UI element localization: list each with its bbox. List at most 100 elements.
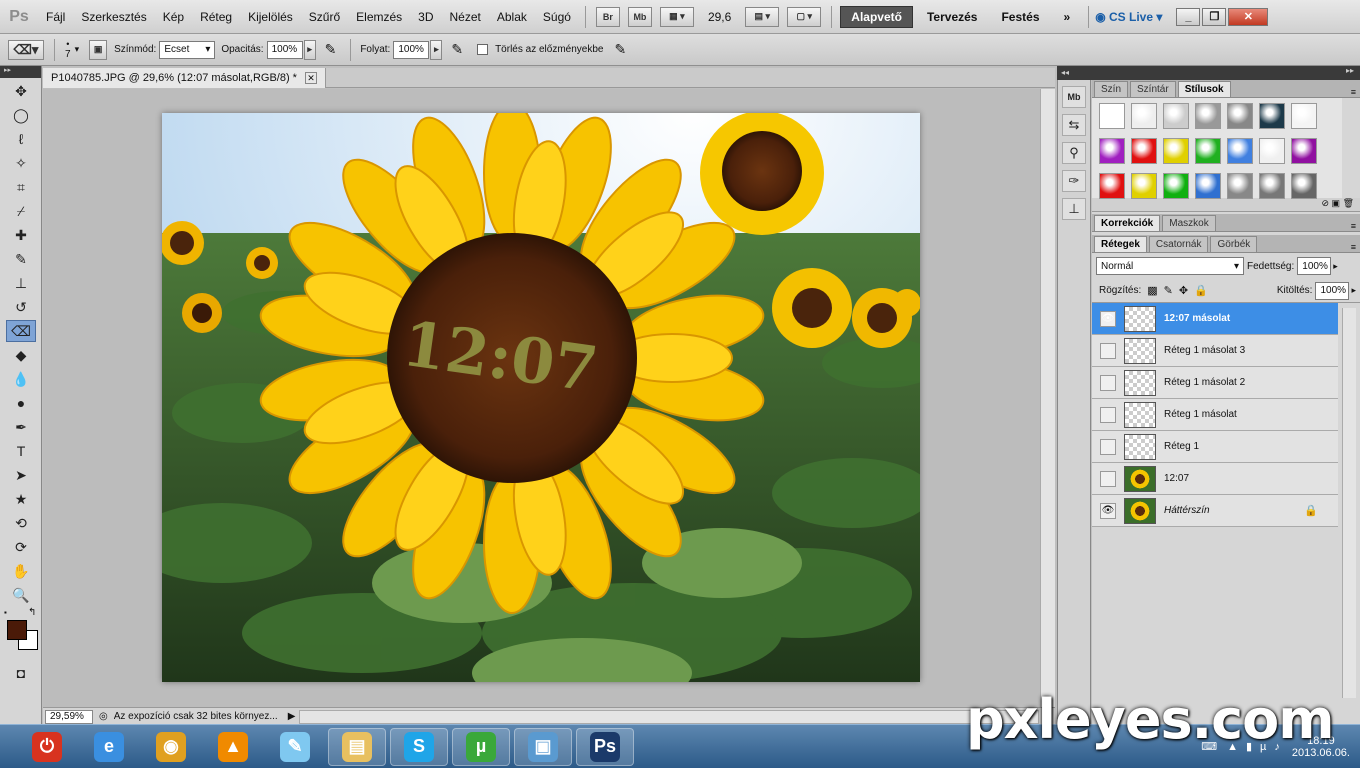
zoom-input[interactable]: 29,59% <box>45 709 93 724</box>
eraser-preset-picker[interactable]: ⌫ ▾ <box>8 39 44 60</box>
workspace-painting[interactable]: Festés <box>991 7 1049 27</box>
tab-masks[interactable]: Maszkok <box>1162 215 1216 231</box>
erase-history-checkbox[interactable] <box>477 44 489 55</box>
style-swatch[interactable] <box>1163 103 1189 129</box>
panel-menu-icon[interactable]: ≡ <box>1351 221 1356 231</box>
opacity-slider-toggle[interactable]: ▸ <box>303 39 316 60</box>
clone-source-icon[interactable]: ⊥ <box>1062 198 1086 220</box>
blend-mode-select[interactable]: Normál ▾ <box>1096 257 1244 275</box>
lock-pixels-icon[interactable]: ✎ <box>1164 284 1173 297</box>
history-brush-tool-icon[interactable]: ↺ <box>6 296 36 318</box>
layer-row[interactable]: Réteg 1 másolat <box>1092 399 1338 431</box>
layer-opacity-input[interactable]: 100% <box>1297 257 1332 275</box>
opacity-slider-toggle[interactable]: ▸ <box>1333 261 1338 272</box>
layers-scrollbar[interactable] <box>1342 308 1356 698</box>
blur-tool-icon[interactable]: 💧 <box>6 368 36 390</box>
fill-input[interactable]: 100% <box>1315 281 1350 300</box>
flow-input[interactable]: 100% <box>393 40 430 59</box>
menu-file[interactable]: Fájl <box>38 10 73 24</box>
collapse-dock-icon[interactable]: ◂◂ <box>1057 68 1069 77</box>
visibility-eye-icon[interactable]: 👁 <box>1100 502 1116 519</box>
chrome-icon[interactable]: ◉ <box>142 728 200 766</box>
layer-row[interactable]: 👁 12:07 másolat <box>1092 303 1338 335</box>
pressure-size-icon[interactable]: ✎ <box>614 41 626 58</box>
3d-orbit-tool-icon[interactable]: ⟳ <box>6 536 36 558</box>
default-colors-icon[interactable]: ▪ <box>4 608 7 617</box>
style-swatch[interactable] <box>1227 138 1253 164</box>
brush-presets-icon[interactable]: ✑ <box>1062 170 1086 192</box>
collapse-tools-icon[interactable]: ▸▸ <box>0 66 41 78</box>
eraser-tool-icon[interactable]: ⌫ <box>6 320 36 342</box>
close-button[interactable]: ✕ <box>1228 7 1269 26</box>
fill-slider-toggle[interactable]: ▸ <box>1351 285 1356 296</box>
vertical-scrollbar[interactable] <box>1040 89 1055 707</box>
style-swatch[interactable] <box>1259 103 1285 129</box>
menu-edit[interactable]: Szerkesztés <box>73 10 154 24</box>
tab-channels[interactable]: Csatornák <box>1148 236 1209 252</box>
power-icon[interactable]: ⏻ <box>18 728 76 766</box>
workspace-essentials[interactable]: Alapvető <box>840 5 913 28</box>
layer-row[interactable]: 👁 Háttérszín 🔒 <box>1092 495 1338 527</box>
notepad-icon[interactable]: ✎ <box>266 728 324 766</box>
marquee-tool-icon[interactable]: ◯ <box>6 104 36 126</box>
close-document-icon[interactable]: ✕ <box>304 72 317 84</box>
minimize-button[interactable]: _ <box>1176 7 1201 26</box>
restore-button[interactable]: ❐ <box>1202 7 1227 26</box>
opacity-input[interactable]: 100% <box>266 40 303 59</box>
more-workspaces-button[interactable]: » <box>1054 7 1081 27</box>
lock-position-icon[interactable]: ✥ <box>1179 284 1188 297</box>
style-swatch[interactable] <box>1195 173 1221 199</box>
layer-row[interactable]: Réteg 1 másolat 2 <box>1092 367 1338 399</box>
3d-rotate-tool-icon[interactable]: ⟲ <box>6 512 36 534</box>
workspace-design[interactable]: Tervezés <box>917 7 987 27</box>
delete-style-icon[interactable]: 🗑 <box>1343 198 1354 208</box>
paint-bucket-tool-icon[interactable]: ◆ <box>6 344 36 366</box>
style-swatch[interactable] <box>1195 138 1221 164</box>
zoom-level[interactable]: 29,6 <box>708 10 731 24</box>
menu-filter[interactable]: Szűrő <box>301 10 348 24</box>
style-swatch[interactable] <box>1227 103 1253 129</box>
bridge-button[interactable]: Br <box>595 6 620 27</box>
healing-brush-tool-icon[interactable]: ✚ <box>6 224 36 246</box>
style-swatch[interactable] <box>1099 103 1125 129</box>
visibility-eye-icon[interactable] <box>1100 438 1116 455</box>
crop-tool-icon[interactable]: ⌗ <box>6 176 36 198</box>
layer-row[interactable]: 12:07 <box>1092 463 1338 495</box>
style-swatch[interactable] <box>1163 173 1189 199</box>
tab-curves[interactable]: Görbék <box>1210 236 1258 252</box>
layer-row[interactable]: Réteg 1 másolat 3 <box>1092 335 1338 367</box>
screen-mode-button[interactable]: ▢ ▾ <box>787 6 822 27</box>
style-swatch[interactable] <box>1291 103 1317 129</box>
photoshop-icon[interactable]: Ps <box>576 727 634 766</box>
document-canvas[interactable]: 12:07 <box>162 113 920 682</box>
visibility-eye-icon[interactable] <box>1100 406 1116 423</box>
panel-menu-icon[interactable]: ≡ <box>1351 87 1356 97</box>
style-swatch[interactable] <box>1131 103 1157 129</box>
horizontal-scrollbar[interactable] <box>299 709 1039 724</box>
style-swatch[interactable] <box>1131 173 1157 199</box>
visibility-eye-icon[interactable] <box>1100 470 1116 487</box>
skype-icon[interactable]: S <box>390 727 448 766</box>
move-tool-icon[interactable]: ✥ <box>6 80 36 102</box>
shape-tool-icon[interactable]: ★ <box>6 488 36 510</box>
view-extras-button[interactable]: ▦ ▾ <box>659 6 694 27</box>
visibility-eye-icon[interactable]: 👁 <box>1100 310 1116 327</box>
brush-tool-icon[interactable]: ✎ <box>6 248 36 270</box>
style-swatch[interactable] <box>1291 138 1317 164</box>
airbrush-icon[interactable]: ✎ <box>451 41 463 58</box>
lock-all-icon[interactable]: 🔒 <box>1194 284 1208 297</box>
tab-color[interactable]: Szín <box>1094 81 1129 97</box>
style-swatch[interactable] <box>1099 138 1125 164</box>
tab-layers[interactable]: Rétegek <box>1094 236 1147 252</box>
zoom-tool-icon[interactable]: 🔍 <box>6 584 36 606</box>
clear-style-icon[interactable]: ⊘ <box>1321 198 1329 208</box>
menu-image[interactable]: Kép <box>155 10 192 24</box>
layer-row[interactable]: Réteg 1 <box>1092 431 1338 463</box>
mini-bridge-button[interactable]: Mb <box>627 6 652 27</box>
menu-analysis[interactable]: Elemzés <box>348 10 410 24</box>
tab-styles[interactable]: Stílusok <box>1177 81 1231 97</box>
document-tab[interactable]: P1040785.JPG @ 29,6% (12:07 másolat,RGB/… <box>43 68 326 88</box>
foreground-color[interactable] <box>7 620 27 640</box>
lasso-tool-icon[interactable]: ℓ <box>6 128 36 150</box>
style-swatch[interactable] <box>1131 138 1157 164</box>
